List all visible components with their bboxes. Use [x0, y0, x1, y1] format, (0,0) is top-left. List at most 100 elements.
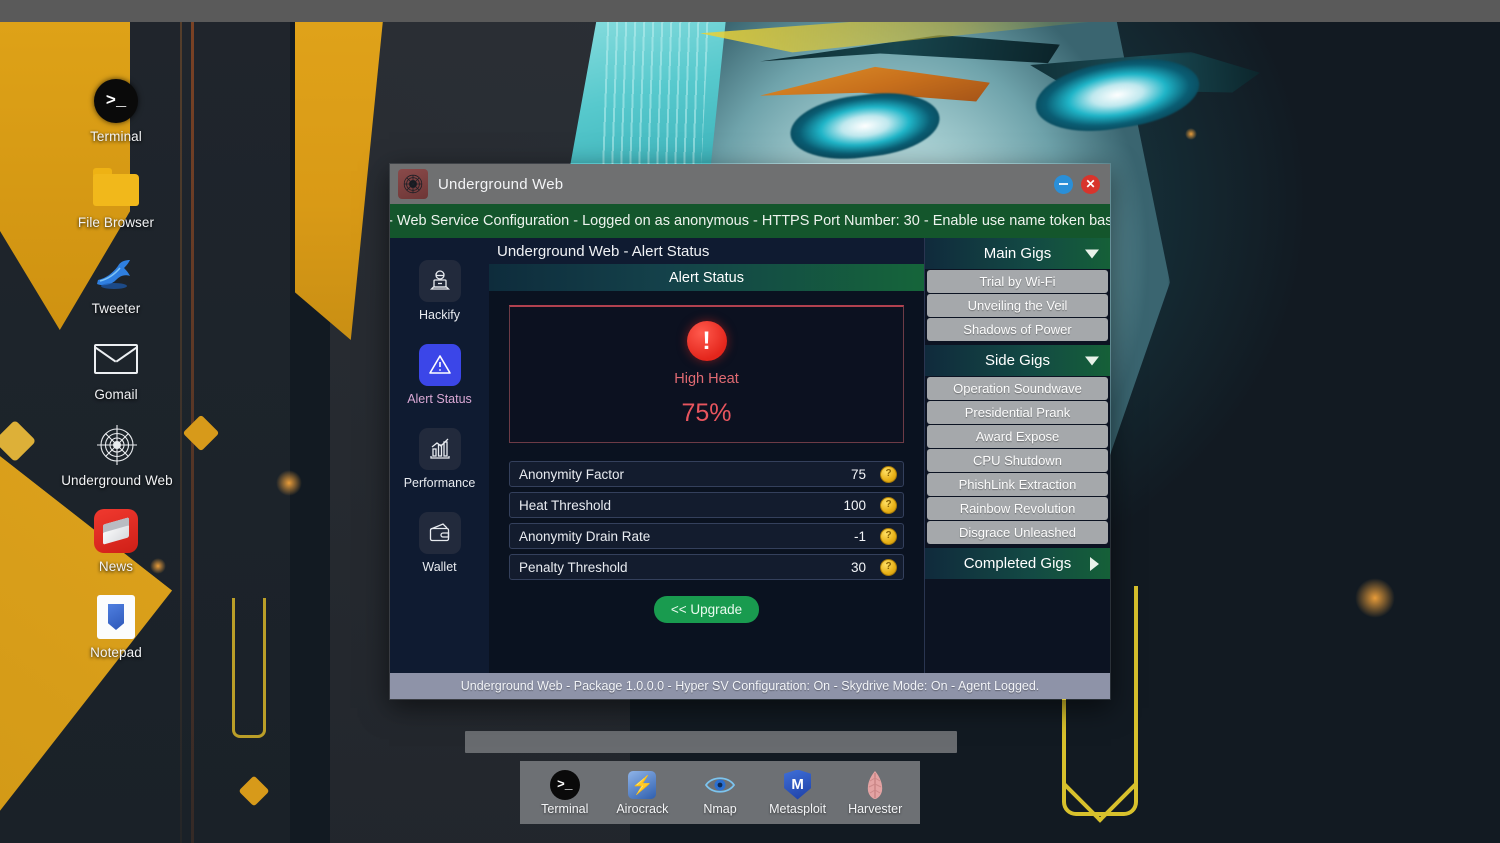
bar-chart-icon: [418, 428, 461, 470]
notepad-icon: [93, 594, 139, 640]
underground-web-window: Underground Web ✕ eb - Web Service Confi…: [389, 163, 1111, 700]
coin-help-icon[interactable]: ?: [880, 558, 897, 576]
dock-item-metasploit[interactable]: M Metasploit: [761, 769, 835, 816]
upgrade-button[interactable]: << Upgrade: [653, 596, 760, 623]
terminal-icon: >_: [93, 78, 139, 124]
upgrade-row: << Upgrade: [509, 596, 904, 623]
gigs-header-label: Main Gigs: [983, 245, 1052, 262]
stat-value: -1: [853, 528, 866, 544]
desktop-icon-news[interactable]: News: [36, 508, 196, 574]
alert-percent: 75%: [681, 399, 732, 427]
gig-item[interactable]: PhishLink Extraction: [927, 473, 1108, 496]
coin-help-icon[interactable]: ?: [880, 527, 897, 545]
sidebar-item-hackify[interactable]: Hackify: [396, 260, 484, 322]
stat-name: Penalty Threshold: [519, 559, 628, 575]
dock-item-label: Nmap: [703, 801, 737, 816]
eye-icon: [683, 770, 757, 800]
gig-item[interactable]: Trial by Wi-Fi: [927, 270, 1108, 293]
window-controls: ✕: [1054, 174, 1104, 194]
dock-item-harvester[interactable]: Harvester: [838, 770, 912, 816]
folder-icon: [93, 164, 139, 210]
chevron-down-icon: [1085, 356, 1099, 365]
desktop-icon-label: Terminal: [90, 129, 142, 144]
terminal-icon: >_: [528, 769, 602, 800]
wallpaper-ember-2: [276, 470, 302, 496]
close-button[interactable]: ✕: [1081, 174, 1100, 194]
marquee-banner: eb - Web Service Configuration - Logged …: [390, 204, 1110, 238]
stat-row-penalty-threshold[interactable]: Penalty Threshold 30 ?: [509, 554, 904, 580]
desktop-icon-underground-web[interactable]: Underground Web: [37, 422, 197, 488]
gig-item[interactable]: Award Expose: [927, 425, 1108, 448]
desktop-icon-label: News: [98, 559, 134, 574]
desktop-icon-label: File Browser: [77, 215, 155, 230]
envelope-icon: [93, 336, 139, 382]
gig-item[interactable]: Presidential Prank: [927, 401, 1108, 424]
stat-value: 30: [850, 559, 866, 575]
bird-icon: [93, 250, 139, 296]
stat-list: Anonymity Factor 75 ? Heat Threshold 100…: [509, 461, 904, 580]
gig-item[interactable]: Disgrace Unleashed: [927, 521, 1108, 544]
sidebar-item-alert-status[interactable]: Alert Status: [396, 344, 484, 406]
wallpaper-small-outline: [232, 598, 266, 738]
dock-item-airocrack[interactable]: ⚡ Airocrack: [605, 770, 679, 816]
marquee-text: eb - Web Service Configuration - Logged …: [390, 213, 1110, 229]
gigs-header-side[interactable]: Side Gigs: [925, 345, 1110, 376]
desktop-icon-gomail[interactable]: Gomail: [36, 336, 196, 402]
stat-row-anonymity-factor[interactable]: Anonymity Factor 75 ?: [509, 461, 904, 487]
gigs-header-completed[interactable]: Completed Gigs: [925, 548, 1110, 579]
dock-item-nmap[interactable]: Nmap: [683, 770, 757, 816]
stat-row-heat-threshold[interactable]: Heat Threshold 100 ?: [509, 492, 904, 518]
window-titlebar[interactable]: Underground Web ✕: [390, 164, 1110, 204]
dock-item-label: Airocrack: [616, 801, 669, 816]
alert-panel: ! High Heat 75%: [509, 305, 904, 443]
desktop-icon-terminal[interactable]: >_ Terminal: [36, 78, 196, 144]
minimize-button[interactable]: [1054, 174, 1073, 194]
desktop-icon-notepad[interactable]: Notepad: [36, 594, 196, 660]
window-statusbar: Underground Web - Package 1.0.0.0 - Hype…: [390, 673, 1110, 699]
main-content-pane: Underground Web - Alert Status Alert Sta…: [489, 238, 924, 673]
content-title: Underground Web - Alert Status: [489, 238, 924, 264]
shield-m-icon: M: [761, 769, 835, 800]
stat-name: Anonymity Factor: [519, 466, 625, 482]
gig-item[interactable]: Operation Soundwave: [927, 377, 1108, 400]
gigs-header-label: Completed Gigs: [963, 555, 1072, 572]
stat-row-anonymity-drain-rate[interactable]: Anonymity Drain Rate -1 ?: [509, 523, 904, 549]
gig-item[interactable]: CPU Shutdown: [927, 449, 1108, 472]
gig-item[interactable]: Unveiling the Veil: [927, 294, 1108, 317]
dock-shelf: [465, 731, 957, 753]
dock-item-label: Metasploit: [769, 801, 827, 816]
hacker-laptop-icon: [418, 260, 461, 302]
statusbar-text: Underground Web - Package 1.0.0.0 - Hype…: [460, 679, 1040, 693]
gigs-header-main[interactable]: Main Gigs: [925, 238, 1110, 269]
coin-help-icon[interactable]: ?: [880, 465, 897, 483]
coin-help-icon[interactable]: ?: [880, 496, 897, 514]
stat-name: Heat Threshold: [519, 497, 612, 513]
app-sidebar: Hackify Alert Status Performance Wallet: [390, 238, 489, 673]
desktop-icon-label: Underground Web: [61, 473, 173, 488]
stat-value: 100: [843, 497, 866, 513]
spider-icon: [94, 422, 140, 468]
wallpaper-ember-4: [1185, 128, 1197, 140]
sidebar-item-label: Alert Status: [407, 392, 472, 406]
chevron-right-icon: [1090, 556, 1099, 571]
desktop-icon-tweeter[interactable]: Tweeter: [36, 250, 196, 316]
dock-item-terminal[interactable]: >_ Terminal: [528, 769, 602, 816]
gig-item[interactable]: Rainbow Revolution: [927, 497, 1108, 520]
desktop-icon-label: Gomail: [94, 387, 138, 402]
chevron-down-icon: [1085, 249, 1099, 258]
window-body: Hackify Alert Status Performance Wallet …: [390, 238, 1110, 673]
exclamation-circle-icon: !: [686, 321, 727, 361]
dock-item-label: Terminal: [541, 801, 589, 816]
desktop-icon-file-browser[interactable]: File Browser: [36, 164, 196, 230]
taskbar-dock: >_ Terminal ⚡ Airocrack Nmap M Metasploi…: [520, 761, 920, 824]
window-title: Underground Web: [438, 175, 564, 193]
app-spider-icon: [398, 169, 428, 199]
sidebar-item-performance[interactable]: Performance: [396, 428, 484, 490]
wallet-icon: [418, 512, 461, 554]
desktop-icon-label: Notepad: [90, 645, 142, 660]
content-inner: ! High Heat 75% Anonymity Factor 75 ? He…: [489, 291, 924, 673]
warning-triangle-icon: [418, 344, 461, 386]
sidebar-item-wallet[interactable]: Wallet: [396, 512, 484, 574]
stat-name: Anonymity Drain Rate: [519, 528, 651, 544]
gig-item[interactable]: Shadows of Power: [927, 318, 1108, 341]
